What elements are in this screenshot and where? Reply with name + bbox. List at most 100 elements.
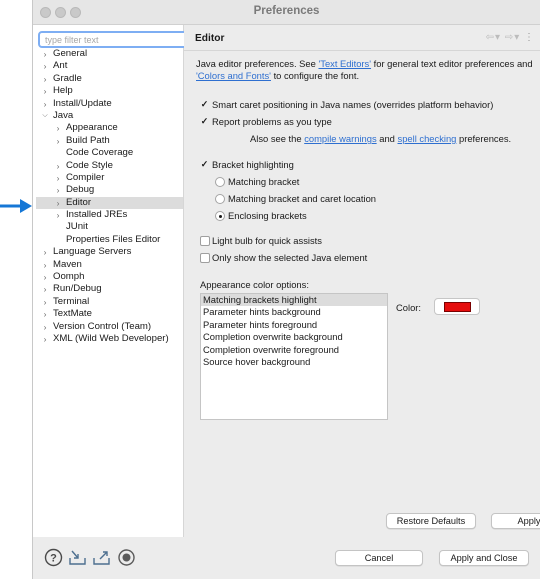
chevron-right-icon[interactable]: ›	[40, 259, 50, 271]
chevron-right-icon[interactable]: ›	[40, 283, 50, 295]
sidebar-item[interactable]: › Help	[33, 85, 183, 97]
sidebar-item[interactable]: › Editor	[36, 196, 183, 210]
apply-and-close-button[interactable]: Apply and Close	[439, 550, 529, 566]
sidebar-item-label: Run/Debug	[53, 283, 102, 295]
sidebar-item[interactable]: Code Coverage	[33, 147, 183, 159]
sidebar-item[interactable]: › Oomph	[33, 271, 183, 283]
window-title: Preferences	[253, 5, 320, 17]
chevron-right-icon[interactable]: ›	[40, 85, 50, 97]
sidebar-item[interactable]: JUnit	[33, 221, 183, 233]
chevron-right-icon[interactable]: ›	[40, 98, 50, 110]
sidebar-item-label: Code Style	[66, 159, 113, 171]
sidebar-item[interactable]: ⌵ Java	[33, 110, 183, 122]
chevron-right-icon[interactable]: ›	[40, 321, 50, 333]
chevron-right-icon[interactable]: ›	[40, 308, 50, 320]
export-icon[interactable]	[92, 548, 111, 567]
cancel-button[interactable]: Cancel	[335, 550, 423, 566]
chevron-right-icon[interactable]: ›	[53, 197, 63, 209]
sidebar-item[interactable]: › Terminal	[33, 296, 183, 308]
spell-checking-link[interactable]: spell checking	[398, 133, 457, 144]
help-icon[interactable]: ?	[44, 548, 63, 567]
sidebar-item-label: Version Control (Team)	[53, 320, 152, 332]
chevron-right-icon[interactable]: ›	[53, 184, 63, 196]
chevron-right-icon[interactable]: ›	[40, 296, 50, 308]
color-option-item[interactable]: Completion overwrite foreground	[201, 344, 387, 356]
sidebar-item[interactable]: › Debug	[33, 184, 183, 196]
see-also-suffix: preferences.	[456, 133, 512, 144]
sidebar-item[interactable]: › Maven	[33, 259, 183, 271]
checkbox-label: Only show the selected Java element	[212, 252, 368, 263]
see-also-text: Also see the compile warnings and spell …	[250, 132, 511, 145]
restore-defaults-button[interactable]: Restore Defaults	[386, 513, 476, 529]
chevron-right-icon[interactable]: ›	[40, 271, 50, 283]
chevron-right-icon[interactable]: ›	[40, 333, 50, 345]
header-divider	[184, 50, 540, 51]
color-option-item[interactable]: Parameter hints background	[201, 306, 387, 318]
sidebar-item[interactable]: › Compiler	[33, 172, 183, 184]
sidebar-item[interactable]: › Run/Debug	[33, 283, 183, 295]
desc-text: for general text editor preferences and	[371, 58, 533, 69]
sidebar-item-label: Terminal	[53, 295, 90, 307]
sidebar-item[interactable]: › Appearance	[33, 122, 183, 134]
colors-fonts-link[interactable]: 'Colors and Fonts'	[196, 70, 271, 81]
sidebar-item[interactable]: › Language Servers	[33, 246, 183, 258]
color-option-item[interactable]: Completion overwrite background	[201, 331, 387, 343]
sidebar-item-label: General	[53, 48, 88, 59]
chevron-right-icon[interactable]: ›	[40, 246, 50, 258]
checkbox-label: Report problems as you type	[212, 116, 332, 127]
chevron-right-icon[interactable]: ›	[53, 172, 63, 184]
chevron-right-icon[interactable]: ›	[40, 60, 50, 72]
desc-text: to configure the font.	[270, 69, 360, 81]
sidebar-item-label: Oomph	[53, 271, 85, 283]
color-option-item[interactable]: Parameter hints foreground	[201, 319, 387, 331]
sidebar: ›General›Ant›Gradle›Help›Install/Update⌵…	[33, 25, 188, 537]
chevron-right-icon[interactable]: ›	[53, 122, 63, 134]
checkbox-label: Light bulb for quick assists	[212, 235, 322, 246]
color-swatch	[444, 302, 471, 312]
chevron-down-icon[interactable]: ⌵	[40, 110, 50, 122]
color-picker-button[interactable]	[434, 298, 480, 315]
back-arrow-icon[interactable]: ⇦▾	[486, 32, 501, 43]
color-option-item[interactable]: Matching brackets highlight	[201, 294, 387, 307]
chevron-right-icon[interactable]: ›	[53, 209, 63, 221]
appearance-color-list[interactable]: Matching brackets highlight Parameter hin…	[200, 293, 388, 420]
import-icon[interactable]	[68, 548, 87, 567]
sidebar-item[interactable]: › Install/Update	[33, 98, 183, 110]
sidebar-item[interactable]: › XML (Wild Web Developer)	[33, 333, 183, 345]
chevron-right-icon[interactable]: ›	[40, 48, 50, 60]
check-icon: ✓	[200, 159, 209, 169]
sidebar-item[interactable]: › Ant	[33, 60, 183, 72]
forward-arrow-icon[interactable]: ⇨▾	[505, 32, 520, 43]
editor-preference-page: Editor ⇦▾ ⇨▾ ⋮ Java editor preferences. …	[184, 25, 540, 537]
chevron-right-icon[interactable]: ›	[40, 73, 50, 85]
sidebar-item[interactable]: › Version Control (Team)	[33, 321, 183, 333]
see-also-prefix: Also see the	[250, 133, 305, 144]
sidebar-item[interactable]: › Build Path	[33, 135, 183, 147]
chevron-right-icon[interactable]: ›	[53, 135, 63, 147]
color-option-item[interactable]: Source hover background	[201, 356, 387, 368]
appearance-heading: Appearance color options:	[200, 279, 309, 290]
sidebar-item[interactable]: › Code Style	[33, 160, 183, 172]
text-editors-link[interactable]: 'Text Editors'	[318, 58, 371, 69]
compile-warnings-link[interactable]: compile warnings	[304, 133, 376, 144]
chevron-right-icon[interactable]: ›	[53, 160, 63, 172]
radio-label: Enclosing brackets	[228, 210, 307, 221]
filter-input[interactable]	[38, 31, 188, 48]
preference-tree: › General › Ant › Gradle › Help › Install/Update ⌵…	[33, 48, 183, 345]
apply-button[interactable]: Apply	[491, 513, 540, 529]
sidebar-item[interactable]: › General	[33, 48, 183, 60]
radio-label: Matching bracket	[228, 176, 300, 187]
sidebar-item[interactable]: › Gradle	[33, 73, 183, 85]
sidebar-item-label: Java	[53, 109, 74, 121]
view-menu-icon[interactable]: ⋮	[524, 32, 535, 43]
checkbox-label: Bracket highlighting	[212, 159, 294, 170]
checkbox-empty-icon	[200, 235, 210, 246]
record-icon[interactable]	[117, 548, 136, 567]
sidebar-item-label: Debug	[66, 184, 95, 196]
desc-text: Java editor preferences. See	[196, 58, 319, 69]
sidebar-item-label: TextMate	[53, 308, 92, 320]
sidebar-item[interactable]: › TextMate	[33, 308, 183, 320]
preferences-window: Preferences ›General›Ant›Gradle›Help›Ins…	[32, 0, 540, 579]
sidebar-item[interactable]: › Installed JREs	[33, 209, 183, 221]
sidebar-item[interactable]: Properties Files Editor	[33, 234, 183, 246]
